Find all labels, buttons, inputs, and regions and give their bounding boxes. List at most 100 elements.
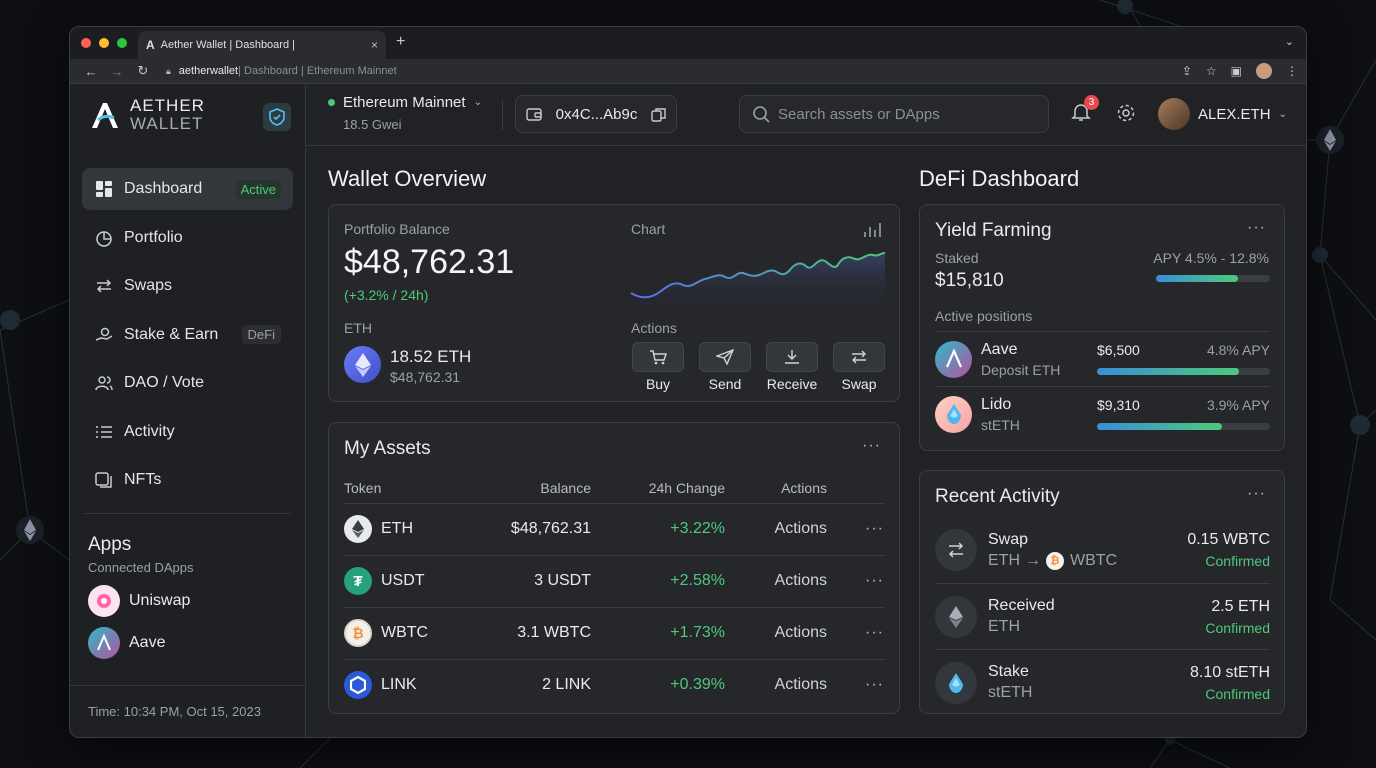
positions-label: Active positions xyxy=(935,308,1033,324)
position-apy: 4.8% APY xyxy=(1206,342,1270,358)
nft-icon xyxy=(94,470,114,490)
buy-button[interactable]: Buy xyxy=(631,342,685,392)
share-icon[interactable]: ⇪ xyxy=(1182,64,1192,78)
settings-button[interactable] xyxy=(1116,103,1136,128)
sidebar-item-swaps[interactable]: Swaps xyxy=(82,265,293,307)
star-icon[interactable]: ☆ xyxy=(1206,64,1217,78)
table-row[interactable]: ₮ USDT 3 USDT +2.58% Actions ··· xyxy=(344,554,884,607)
close-window-button[interactable] xyxy=(81,38,91,48)
token-change: +1.73% xyxy=(591,606,725,659)
receive-button[interactable]: Receive xyxy=(765,342,819,392)
maximize-window-button[interactable] xyxy=(117,38,127,48)
token-actions-link[interactable]: Actions xyxy=(725,606,827,659)
sidebar: AETHER WALLET Dashboard Active Portfolio xyxy=(70,84,306,737)
position-row-lido[interactable]: Lido stETH $9,310 3.9% APY xyxy=(935,386,1270,441)
activity-title-text: Received xyxy=(988,597,1055,614)
sidebar-item-portfolio[interactable]: Portfolio xyxy=(82,217,293,259)
browser-tab[interactable]: A Aether Wallet | Dashboard | × xyxy=(138,31,386,59)
network-selector[interactable]: Ethereum Mainnet ⌄ 18.5 Gwei xyxy=(328,94,482,132)
network-name: Ethereum Mainnet xyxy=(343,94,466,111)
new-tab-button[interactable]: + xyxy=(396,33,405,51)
minimize-window-button[interactable] xyxy=(99,38,109,48)
user-menu[interactable]: ALEX.ETH ⌄ xyxy=(1158,98,1287,130)
wbtc-icon: ₿ xyxy=(344,619,372,647)
receive-label: Receive xyxy=(766,376,818,392)
actions-label: Actions xyxy=(631,320,677,336)
apy-progress-fill xyxy=(1156,275,1239,282)
forward-icon[interactable]: → xyxy=(104,64,130,79)
swap-button[interactable]: Swap xyxy=(832,342,886,392)
position-apy: 3.9% APY xyxy=(1206,397,1270,413)
divider xyxy=(502,100,503,130)
back-icon[interactable]: ← xyxy=(78,64,104,79)
kebab-icon[interactable]: ··· xyxy=(865,520,884,537)
stake-icon xyxy=(94,325,114,345)
section-title-wallet-overview: Wallet Overview xyxy=(328,166,487,191)
kebab-icon[interactable]: ··· xyxy=(865,572,884,589)
search-box xyxy=(739,95,1049,133)
eth-icon xyxy=(344,346,381,383)
table-row[interactable]: ETH $48,762.31 +3.22% Actions ··· xyxy=(344,502,884,555)
token-balance: $48,762.31 xyxy=(464,502,591,555)
wallet-overview-card: Portfolio Balance $48,762.31 (+3.2% / 24… xyxy=(328,204,900,402)
wallet-address-button[interactable]: 0x4C...Ab9c xyxy=(515,95,677,133)
token-actions-link[interactable]: Actions xyxy=(725,502,827,555)
kebab-icon[interactable]: ··· xyxy=(865,624,884,641)
copy-icon[interactable] xyxy=(651,107,666,122)
bar-chart-icon[interactable] xyxy=(863,222,881,238)
activity-sub: stETH xyxy=(988,684,1033,701)
wbtc-icon: ₿ xyxy=(1046,551,1064,570)
sidebar-item-activity[interactable]: Activity xyxy=(82,411,293,453)
token-actions-link[interactable]: Actions xyxy=(725,554,827,607)
shield-icon[interactable] xyxy=(263,103,291,131)
sidebar-divider xyxy=(84,513,291,514)
activity-item-received[interactable]: Received ETH 2.5 ETH Confirmed xyxy=(935,583,1270,649)
token-symbol: ETH xyxy=(381,520,413,537)
search-input[interactable] xyxy=(778,105,1028,123)
tab-close-icon[interactable]: × xyxy=(371,38,378,52)
tab-favicon: A xyxy=(146,38,155,52)
footer-time: Time: 10:34 PM, Oct 15, 2023 xyxy=(88,704,261,719)
top-bar: Ethereum Mainnet ⌄ 18.5 Gwei 0x4C...Ab9c … xyxy=(306,84,1306,146)
kebab-icon[interactable]: ··· xyxy=(862,437,881,455)
profile-avatar[interactable] xyxy=(1256,63,1272,79)
token-symbol: WBTC xyxy=(381,624,429,641)
activity-amount: 0.15 WBTC xyxy=(1187,531,1270,548)
activity-item-swap[interactable]: Swap ETH → ₿ WBTC 0.15 WBTC Confirmed xyxy=(935,517,1270,583)
swap-icon xyxy=(852,350,866,364)
table-row[interactable]: ₿ WBTC 3.1 WBTC +1.73% Actions ··· xyxy=(344,606,884,659)
assets-title: My Assets xyxy=(344,438,431,459)
position-amount: $6,500 xyxy=(1097,342,1140,358)
reload-icon[interactable]: ↻ xyxy=(130,63,156,79)
sidebar-item-nfts[interactable]: NFTs xyxy=(82,459,293,501)
chevron-down-icon: ⌄ xyxy=(1278,108,1287,120)
dapp-aave[interactable]: Aave xyxy=(88,627,305,659)
kebab-icon[interactable]: ··· xyxy=(865,676,884,693)
token-actions-link[interactable]: Actions xyxy=(725,658,827,711)
sidebar-item-stake-earn[interactable]: Stake & Earn DeFi xyxy=(82,314,293,356)
activity-title: Recent Activity xyxy=(935,486,1060,507)
notifications-button[interactable]: 3 xyxy=(1071,95,1099,127)
position-row-aave[interactable]: Aave Deposit ETH $6,500 4.8% APY xyxy=(935,331,1270,386)
address-bar[interactable]: 🔒︎ aetherwallet | Dashboard | Ethereum M… xyxy=(166,65,1166,77)
sidebar-item-label: Dashboard xyxy=(124,180,203,197)
menu-icon[interactable]: ⋮ xyxy=(1286,64,1298,78)
sidebar-item-dashboard[interactable]: Dashboard Active xyxy=(82,168,293,210)
wallet-address: 0x4C...Ab9c xyxy=(555,105,638,123)
tab-list-chevron-icon[interactable]: ⌄ xyxy=(1285,35,1294,48)
sidebar-toggle-icon[interactable]: ▣ xyxy=(1231,64,1242,78)
kebab-icon[interactable]: ··· xyxy=(1247,219,1266,237)
uniswap-icon xyxy=(88,585,120,617)
kebab-icon[interactable]: ··· xyxy=(1247,485,1266,503)
sidebar-item-dao-vote[interactable]: DAO / Vote xyxy=(82,362,293,404)
table-row[interactable]: LINK 2 LINK +0.39% Actions ··· xyxy=(344,658,884,711)
sidebar-item-label: Portfolio xyxy=(124,228,183,246)
token-change: +3.22% xyxy=(591,502,725,555)
yield-title: Yield Farming xyxy=(935,220,1052,241)
send-button[interactable]: Send xyxy=(698,342,752,392)
position-progress-bar xyxy=(1097,423,1270,430)
activity-item-stake[interactable]: Stake stETH 8.10 stETH Confirmed xyxy=(935,649,1270,715)
portfolio-balance: $48,762.31 xyxy=(344,243,515,281)
token-balance: 3.1 WBTC xyxy=(464,606,591,659)
dapp-uniswap[interactable]: Uniswap xyxy=(88,585,305,617)
